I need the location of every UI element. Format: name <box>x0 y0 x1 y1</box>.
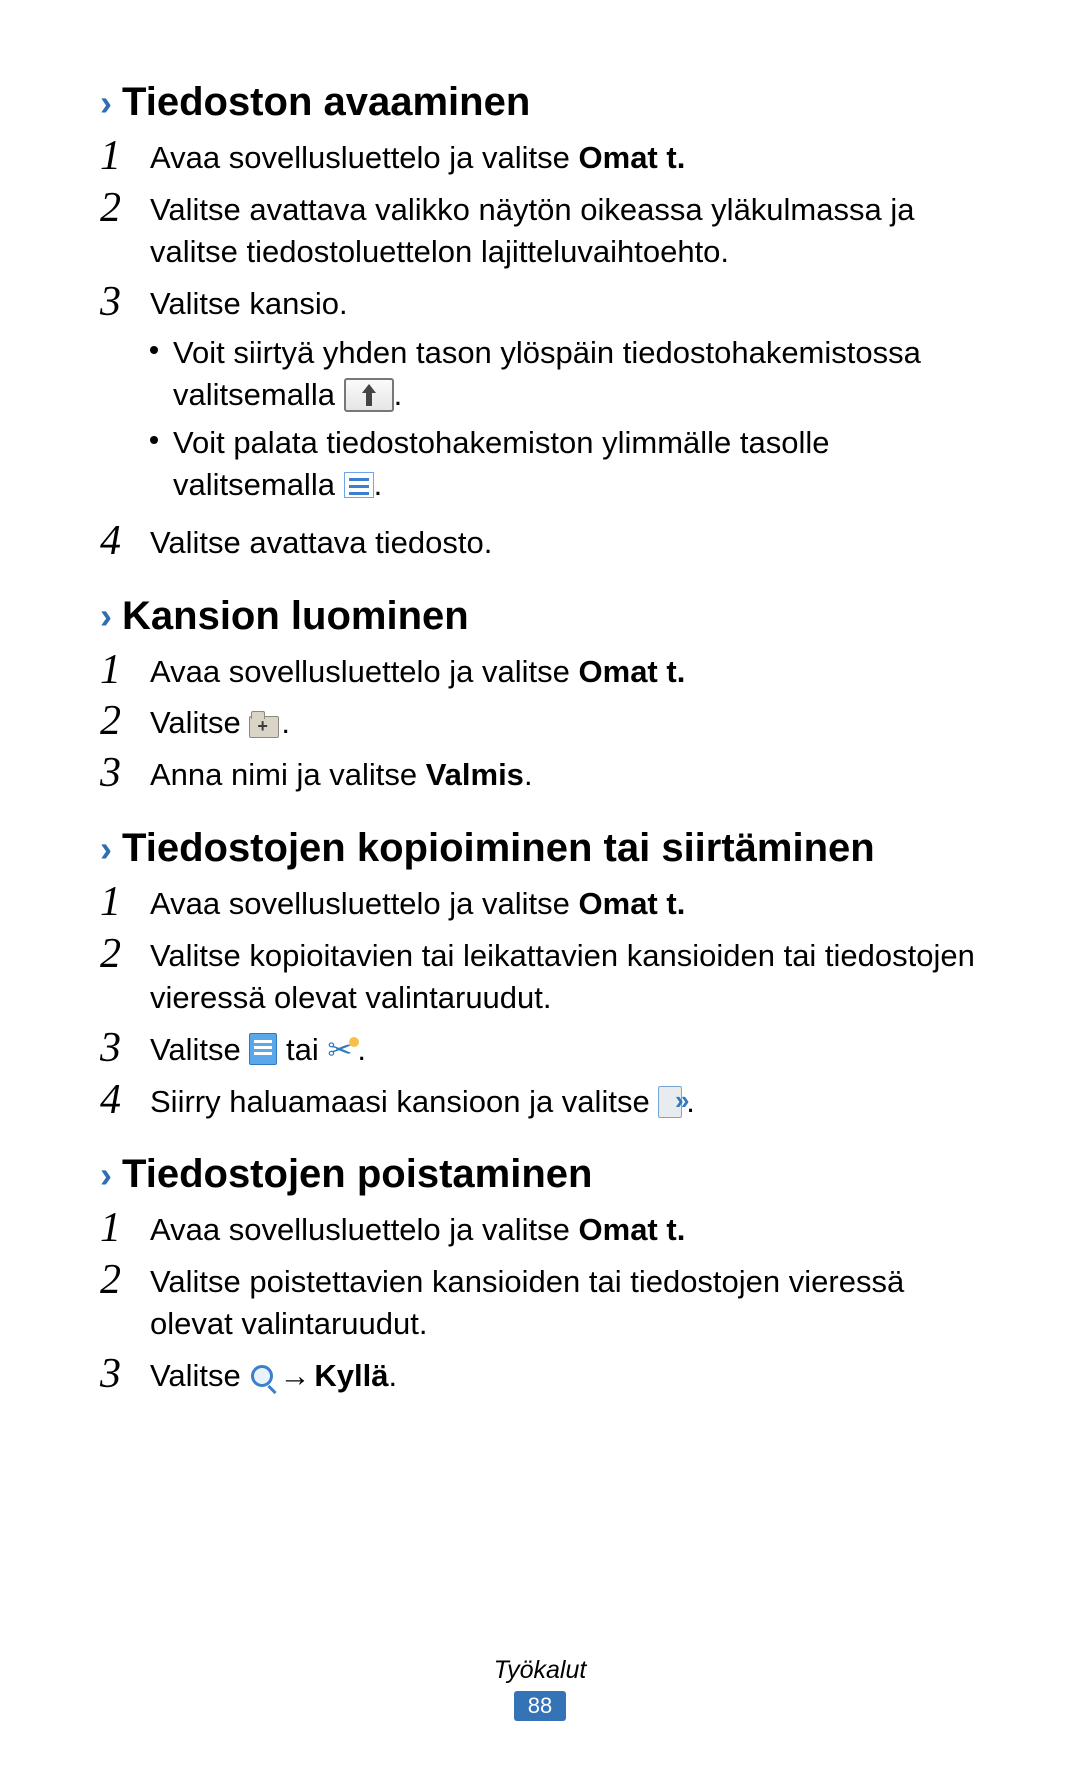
bullet-text: Voit palata tiedostohakemiston ylimmälle… <box>173 422 980 506</box>
section-title: Tiedoston avaaminen <box>122 80 530 125</box>
home-list-icon <box>344 472 374 498</box>
section-title: Kansion luominen <box>122 594 469 639</box>
bullet-icon <box>150 436 158 444</box>
page-footer: Työkalut 88 <box>0 1656 1080 1721</box>
arrow-icon: → <box>279 1355 310 1397</box>
step-number: 1 <box>100 881 150 923</box>
step-text: Valitse kansio. Voit siirtyä yhden tason… <box>150 281 980 512</box>
bullet-list: Voit siirtyä yhden tason ylöspäin tiedos… <box>150 332 980 505</box>
step-number: 1 <box>100 649 150 691</box>
step-text: Anna nimi ja valitse Valmis. <box>150 752 533 796</box>
step-list: 1 Avaa sovellusluettelo ja valitse Omat … <box>100 135 980 564</box>
section-heading: › Tiedostojen kopioiminen tai siirtämine… <box>100 826 980 871</box>
step-number: 4 <box>100 1079 150 1121</box>
chevron-right-icon: › <box>100 85 112 121</box>
footer-category: Työkalut <box>0 1656 1080 1685</box>
up-folder-icon <box>344 378 394 412</box>
step-text: Valitse → Kyllä. <box>150 1353 397 1397</box>
chevron-right-icon: › <box>100 831 112 867</box>
step-text: Avaa sovellusluettelo ja valitse Omat t. <box>150 881 685 925</box>
copy-icon <box>249 1033 277 1065</box>
step-text: Siirry haluamaasi kansioon ja valitse . <box>150 1079 695 1123</box>
section-heading: › Tiedoston avaaminen <box>100 80 980 125</box>
step-text: Valitse . <box>150 700 290 744</box>
step-number: 2 <box>100 933 150 975</box>
step-number: 3 <box>100 1353 150 1395</box>
step-number: 2 <box>100 187 150 229</box>
step-number: 2 <box>100 700 150 742</box>
bullet-text: Voit siirtyä yhden tason ylöspäin tiedos… <box>173 332 980 416</box>
section-heading: › Kansion luominen <box>100 594 980 639</box>
search-icon <box>249 1363 275 1389</box>
step-number: 4 <box>100 520 150 562</box>
step-number: 2 <box>100 1259 150 1301</box>
step-number: 3 <box>100 752 150 794</box>
step-text: Avaa sovellusluettelo ja valitse Omat t. <box>150 649 685 693</box>
step-number: 1 <box>100 1207 150 1249</box>
section-heading: › Tiedostojen poistaminen <box>100 1152 980 1197</box>
step-text: Valitse poistettavien kansioiden tai tie… <box>150 1259 980 1345</box>
step-text: Valitse tai . <box>150 1027 366 1071</box>
step-number: 3 <box>100 1027 150 1069</box>
page-number: 88 <box>514 1691 566 1721</box>
section-title: Tiedostojen poistaminen <box>122 1152 592 1197</box>
step-text: Valitse avattava tiedosto. <box>150 520 492 564</box>
cut-icon <box>327 1035 357 1063</box>
step-text: Valitse kopioitavien tai leikattavien ka… <box>150 933 980 1019</box>
section-title: Tiedostojen kopioiminen tai siirtäminen <box>122 826 875 871</box>
new-folder-icon <box>249 710 281 736</box>
step-number: 1 <box>100 135 150 177</box>
step-text: Avaa sovellusluettelo ja valitse Omat t. <box>150 1207 685 1251</box>
step-list: 1 Avaa sovellusluettelo ja valitse Omat … <box>100 1207 980 1396</box>
step-list: 1 Avaa sovellusluettelo ja valitse Omat … <box>100 881 980 1122</box>
step-text: Valitse avattava valikko näytön oikeassa… <box>150 187 980 273</box>
bullet-icon <box>150 346 158 354</box>
paste-icon <box>658 1086 686 1116</box>
chevron-right-icon: › <box>100 598 112 634</box>
manual-page: › Tiedoston avaaminen 1 Avaa sovelluslue… <box>0 0 1080 1771</box>
step-list: 1 Avaa sovellusluettelo ja valitse Omat … <box>100 649 980 797</box>
chevron-right-icon: › <box>100 1157 112 1193</box>
step-text: Avaa sovellusluettelo ja valitse Omat t. <box>150 135 685 179</box>
step-number: 3 <box>100 281 150 323</box>
